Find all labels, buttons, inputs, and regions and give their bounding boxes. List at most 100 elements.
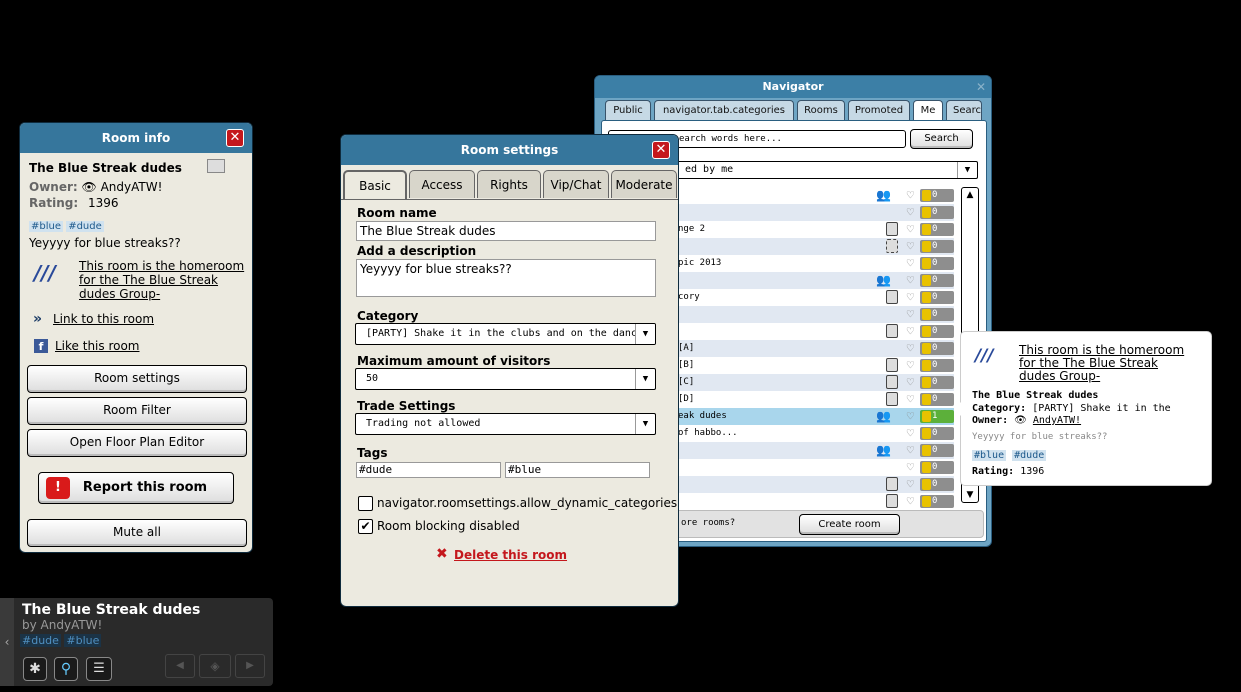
heart-icon[interactable]: ♡: [907, 374, 914, 391]
user-count-badge: 0: [920, 461, 954, 474]
tab-me[interactable]: Me: [913, 100, 943, 120]
chat-history-icon[interactable]: ☰: [86, 657, 112, 681]
heart-icon[interactable]: ♡: [907, 272, 914, 289]
dynamic-categories-checkbox[interactable]: [358, 496, 373, 511]
lock-icon: [886, 324, 898, 338]
room-name-input[interactable]: The Blue Streak dudes: [356, 221, 656, 241]
group-badge-icon: ///: [975, 346, 994, 366]
scroll-down-icon[interactable]: ▼: [962, 488, 978, 502]
delete-room-link[interactable]: Delete this room: [454, 548, 567, 562]
room-blocking-label: Room blocking disabled: [377, 519, 520, 533]
heart-icon[interactable]: ♡: [907, 408, 914, 425]
home-icon[interactable]: [207, 159, 225, 173]
heart-icon[interactable]: ♡: [907, 306, 914, 323]
room-info-title[interactable]: Room info: [20, 123, 252, 153]
tab-vip-chat[interactable]: Vip/Chat: [543, 170, 609, 198]
floor-plan-editor-button[interactable]: Open Floor Plan Editor: [27, 429, 247, 457]
category-select[interactable]: [PARTY] Shake it in the clubs and on the…: [355, 323, 656, 345]
tab-rooms[interactable]: Rooms: [797, 100, 845, 120]
tab-rights[interactable]: Rights: [477, 170, 541, 198]
lock-icon: [886, 392, 898, 406]
trade-settings-select[interactable]: Trading not allowed ▼: [355, 413, 656, 435]
link-to-room[interactable]: Link to this room: [53, 312, 154, 326]
tab-search[interactable]: Search: [946, 100, 982, 120]
rating-label: Rating:: [29, 196, 79, 210]
room-bar-tags: #dude #blue: [20, 634, 102, 647]
tooltip-category-label: Category:: [972, 403, 1027, 414]
room-list-name: [B]: [678, 360, 695, 370]
user-count: 0: [932, 360, 938, 370]
tag-input-2[interactable]: #blue: [505, 462, 650, 478]
room-info-close-button[interactable]: ✕: [226, 129, 244, 147]
tab-public[interactable]: Public: [605, 100, 651, 120]
heart-icon[interactable]: ♡: [907, 187, 914, 204]
user-count: 0: [932, 326, 938, 336]
tooltip-rating-value: 1396: [1020, 466, 1045, 477]
search-button[interactable]: Search: [910, 129, 973, 149]
heart-icon[interactable]: ♡: [907, 238, 914, 255]
heart-icon[interactable]: ♡: [907, 459, 914, 476]
close-icon[interactable]: ✕: [976, 80, 986, 94]
user-count: 0: [932, 275, 938, 285]
tag[interactable]: #dude: [1012, 450, 1047, 461]
heart-icon[interactable]: ♡: [907, 391, 914, 408]
next-room-icon[interactable]: ▶: [235, 654, 265, 678]
user-icon: [922, 445, 931, 456]
tab-categories[interactable]: navigator.tab.categories: [654, 100, 794, 120]
group-people-icon: 👥: [876, 188, 891, 202]
mute-all-button[interactable]: Mute all: [27, 519, 247, 547]
tag[interactable]: #blue: [29, 221, 63, 232]
user-icon: [922, 190, 931, 201]
heart-icon[interactable]: ♡: [907, 323, 914, 340]
scroll-up-icon[interactable]: ▲: [962, 188, 978, 202]
tab-basic[interactable]: Basic: [343, 170, 407, 200]
heart-icon[interactable]: ♡: [907, 255, 914, 272]
max-visitors-label: Maximum amount of visitors: [357, 354, 551, 368]
tag[interactable]: #dude: [20, 634, 61, 647]
room-blocking-checkbox[interactable]: ✔: [358, 519, 373, 534]
room-settings-title[interactable]: Room settings: [341, 135, 678, 165]
tag[interactable]: #blue: [64, 634, 102, 647]
room-settings-close-button[interactable]: ✕: [652, 141, 670, 159]
heart-icon[interactable]: ♡: [907, 204, 914, 221]
group-homeroom-link[interactable]: This room is the homeroom for the The Bl…: [79, 259, 249, 301]
double-arrow-icon: »: [33, 311, 43, 327]
heart-icon[interactable]: ♡: [907, 493, 914, 509]
user-count-badge: 0: [920, 291, 954, 304]
tooltip-owner-name[interactable]: AndyATW!: [1033, 415, 1081, 426]
prev-room-icon[interactable]: ◀: [165, 654, 195, 678]
heart-icon[interactable]: ♡: [907, 340, 914, 357]
tag[interactable]: #dude: [66, 221, 104, 232]
heart-icon[interactable]: ♡: [907, 221, 914, 238]
tab-access[interactable]: Access: [409, 170, 475, 198]
owner-name[interactable]: AndyATW!: [101, 180, 163, 194]
collapse-arrow-icon[interactable]: ‹: [0, 598, 14, 686]
owner-label: Owner:: [29, 180, 78, 194]
heart-icon[interactable]: ♡: [907, 476, 914, 493]
heart-icon[interactable]: ♡: [907, 425, 914, 442]
tooltip-category-value: [PARTY] Shake it in the: [1032, 403, 1171, 414]
description-textarea[interactable]: Yeyyyy for blue streaks??: [356, 259, 656, 297]
user-count-badge: 1: [920, 410, 954, 423]
tag-input-1[interactable]: #dude: [356, 462, 501, 478]
zoom-icon[interactable]: ⚲: [54, 657, 78, 681]
eye-icon: 👁: [1014, 415, 1027, 426]
navigator-title[interactable]: Navigator: [595, 76, 991, 98]
tooltip-group-link[interactable]: This room is the homeroom for the The Bl…: [1019, 344, 1194, 383]
max-visitors-select[interactable]: 50 ▼: [355, 368, 656, 390]
tab-moderate[interactable]: Moderate: [611, 170, 677, 198]
room-settings-button[interactable]: Room settings: [27, 365, 247, 393]
gear-icon[interactable]: ✱: [23, 657, 47, 681]
delete-icon: ✖: [436, 546, 448, 562]
tab-promoted[interactable]: Promoted: [848, 100, 910, 120]
report-room-button[interactable]: ! Report this room: [38, 472, 234, 504]
user-count-badge: 0: [920, 206, 954, 219]
heart-icon[interactable]: ♡: [907, 357, 914, 374]
create-room-button[interactable]: Create room: [799, 514, 900, 535]
room-filter-button[interactable]: Room Filter: [27, 397, 247, 425]
heart-icon[interactable]: ♡: [907, 442, 914, 459]
room-thumbnail-icon[interactable]: ◈: [199, 654, 231, 678]
tag[interactable]: #blue: [972, 450, 1007, 461]
heart-icon[interactable]: ♡: [907, 289, 914, 306]
like-room-link[interactable]: Like this room: [55, 339, 140, 353]
